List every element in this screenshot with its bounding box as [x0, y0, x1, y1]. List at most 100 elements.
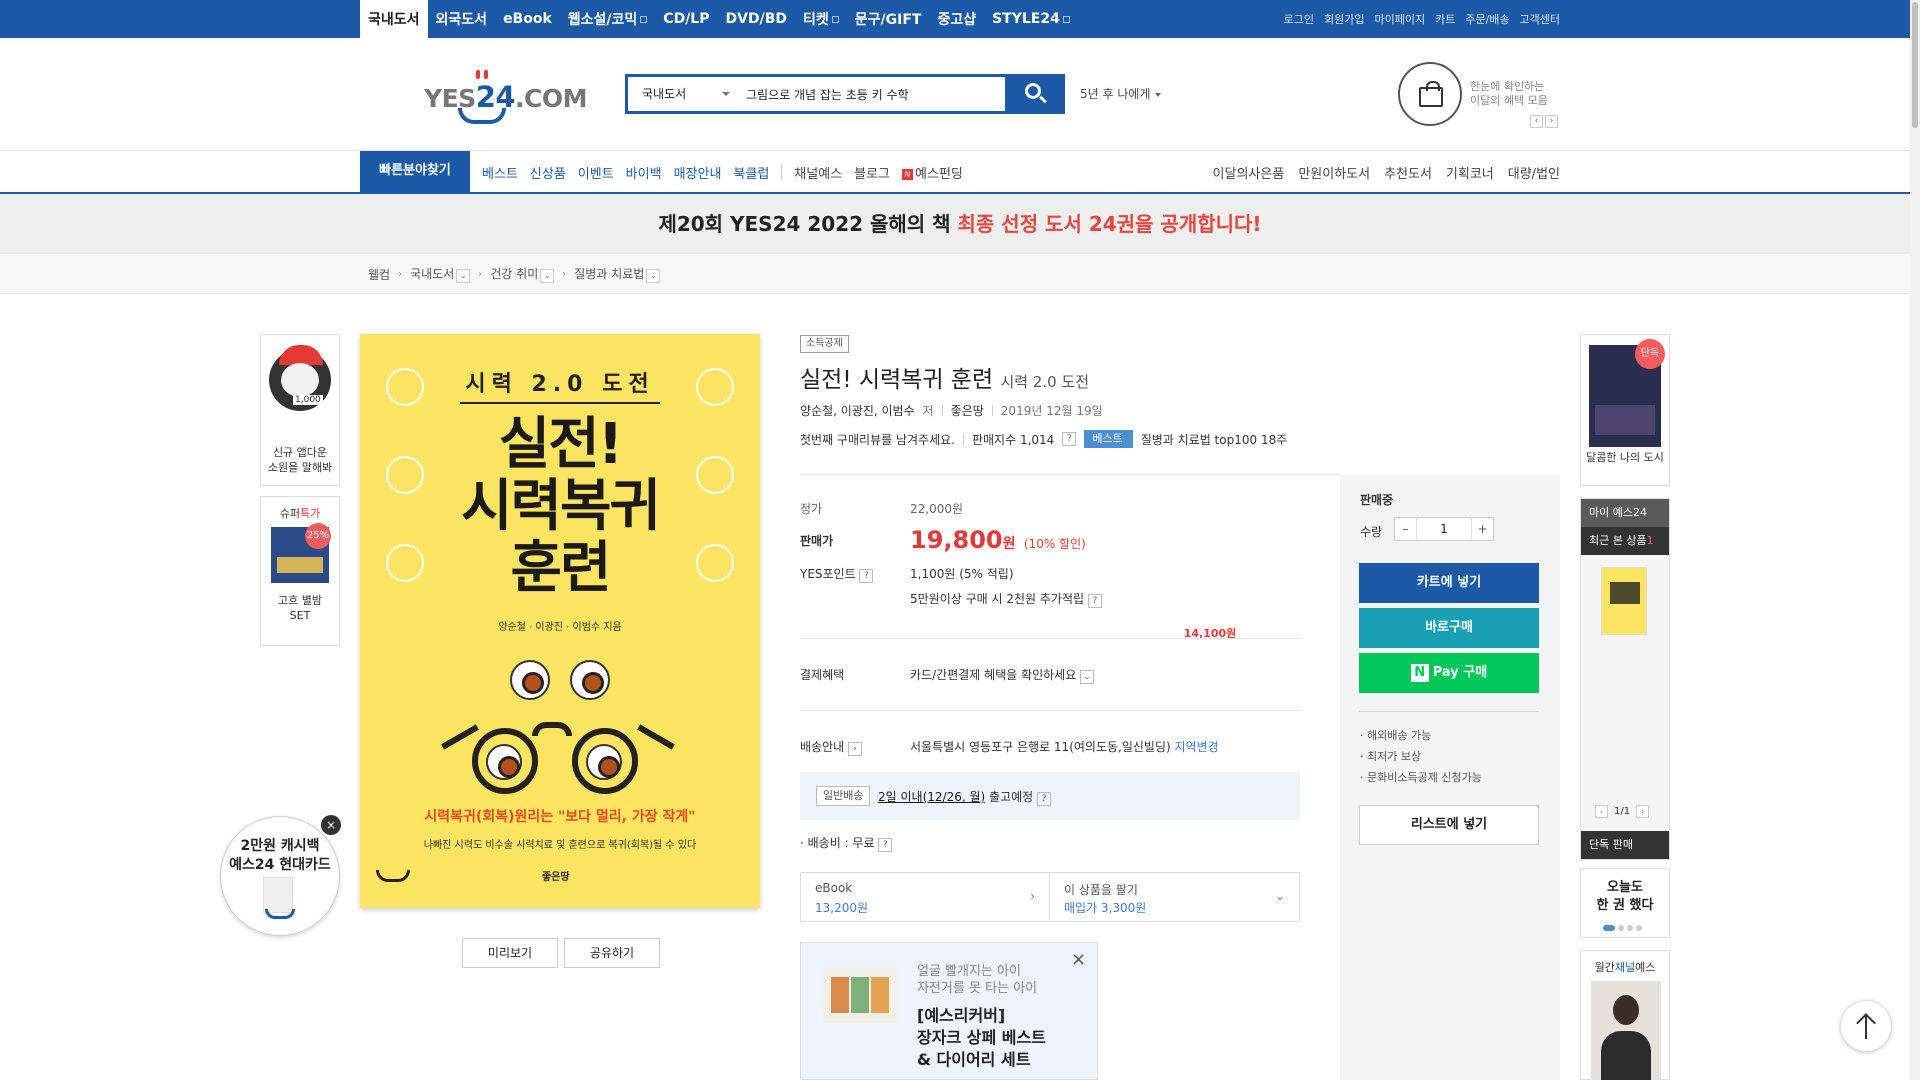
quantity-increase-button[interactable]: +	[1471, 518, 1493, 540]
share-button[interactable]: 공유하기	[564, 938, 660, 968]
nav-yes-funding[interactable]: N 예스펀딩	[902, 163, 963, 182]
chevron-right-icon[interactable]: ›	[1636, 805, 1650, 818]
nav-best[interactable]: 베스트	[482, 163, 518, 182]
top-nav-foreign-books[interactable]: 외국도서	[428, 0, 496, 38]
points-label-text: YES포인트	[800, 567, 856, 581]
nav-event[interactable]: 이벤트	[578, 163, 614, 182]
page-scrollbar[interactable]	[1910, 0, 1920, 1080]
best-rank-link[interactable]: 질병과 치료법 top100 18주	[1141, 431, 1288, 448]
channel-yes-promo[interactable]: 월간채널예스	[1580, 950, 1670, 1080]
top-nav-domestic-books[interactable]: 국내도서	[360, 0, 428, 38]
nav-new[interactable]: 신상품	[530, 163, 566, 182]
right-promo-book[interactable]: 단독 달콤한 나의 도시	[1580, 334, 1670, 486]
top-nav-used[interactable]: 중고샵	[929, 0, 984, 38]
book-cover[interactable]: 시력 2.0 도전 실전! 시력복귀 훈련 양순철 · 이광진 · 이범수 지음…	[360, 334, 760, 908]
top-nav-ticket[interactable]: 티켓	[795, 0, 847, 38]
customer-center-link[interactable]: 고객센터	[1520, 11, 1560, 27]
nav-buyback[interactable]: 바이백	[626, 163, 662, 182]
top-nav-webnovel[interactable]: 웹소설/코믹	[560, 0, 656, 38]
orders-link[interactable]: 주문/배송	[1465, 11, 1509, 27]
benefit-bag-button[interactable]	[1398, 62, 1462, 126]
help-icon[interactable]: ?	[878, 838, 893, 852]
breadcrumb-domestic[interactable]: 국내도서 ⌄	[410, 265, 471, 283]
cart-link[interactable]: 카트	[1435, 11, 1455, 27]
carousel-dot[interactable]	[1618, 925, 1624, 931]
top-nav-gift[interactable]: 문구/GIFT	[847, 0, 930, 38]
left-promo-super-deal[interactable]: 슈퍼특가 25% 고흐 별밤 SET 14,100원	[260, 496, 1236, 646]
add-to-cart-button[interactable]: 카트에 넣기	[1359, 563, 1539, 603]
add-to-list-button[interactable]: 리스트에 넣기	[1359, 805, 1539, 845]
nav-bookclub[interactable]: 북클럽	[733, 163, 769, 182]
search-input[interactable]	[746, 82, 1006, 106]
breadcrumb-welcome[interactable]: 웰컴	[368, 266, 390, 283]
chevron-down-icon[interactable]: ⌄	[456, 269, 471, 283]
shipping-date[interactable]: 2일 이내(12/26, 월)	[878, 790, 985, 804]
signup-link[interactable]: 회원가입	[1324, 11, 1364, 27]
close-icon[interactable]: ×	[1071, 949, 1086, 970]
nav-special-corner[interactable]: 기획코너	[1446, 163, 1494, 182]
nav-blog[interactable]: 블로그	[854, 163, 890, 182]
carousel-dot[interactable]	[1603, 925, 1615, 931]
top-nav-dvd-bd[interactable]: DVD/BD	[718, 0, 795, 38]
login-link[interactable]: 로그인	[1284, 11, 1314, 27]
authors-link[interactable]: 양순철, 이광진, 이범수	[800, 402, 915, 419]
payment-benefit-dropdown[interactable]: 카드/간편결제 혜택을 확인하세요 ⌄	[910, 666, 1095, 684]
search-button[interactable]	[1005, 74, 1065, 114]
preview-button[interactable]: 미리보기	[462, 938, 558, 968]
smile-icon	[265, 909, 295, 919]
nav-bulk-order[interactable]: 대량/법인	[1508, 163, 1560, 182]
recent-item-thumbnail[interactable]	[1601, 567, 1647, 635]
site-logo[interactable]: YES24.COM	[424, 70, 588, 126]
mypage-link[interactable]: 마이페이지	[1374, 11, 1425, 27]
nav-channel-yes[interactable]: 채널예스	[794, 163, 842, 182]
carousel-dot[interactable]	[1627, 925, 1633, 931]
left-promo-app[interactable]: 1,000 신규 앱다운 소원을 말해봐	[260, 334, 340, 486]
review-prompt-link[interactable]: 첫번째 구매리뷰를 남겨주세요.	[800, 431, 955, 448]
quantity-decrease-button[interactable]: –	[1395, 518, 1417, 540]
publisher-link[interactable]: 좋은땅	[951, 402, 984, 419]
help-icon[interactable]: ?	[1062, 432, 1077, 446]
nav-store[interactable]: 매장안내	[674, 163, 722, 182]
chevron-right-icon[interactable]: ›	[848, 742, 862, 756]
chevron-right-icon[interactable]: ›	[1545, 115, 1558, 128]
cashback-card-promo[interactable]: 2만원 캐시백 예스24 현대카드	[220, 816, 340, 936]
top-nav-ebook[interactable]: eBook	[495, 0, 560, 38]
my-yes24-link[interactable]: 마이 예스24	[1581, 499, 1669, 527]
quick-category-button[interactable]: 빠른분야찾기	[360, 151, 470, 193]
scrollbar-thumb[interactable]	[1912, 2, 1918, 128]
chevron-right-icon: ›	[398, 268, 403, 280]
benefit-text[interactable]: 한눈에 확인하는 이달의 혜택 모음	[1470, 80, 1548, 108]
promo-banner[interactable]: 제20회 YES24 2022 올해의 책 최종 선정 도서 24권을 공개합니…	[0, 194, 1920, 254]
quantity-input[interactable]: 1	[1417, 518, 1471, 540]
quantity-label: 수량	[1360, 525, 1383, 539]
top-nav-style24[interactable]: STYLE24	[984, 0, 1078, 38]
nav-under-10000[interactable]: 만원이하도서	[1298, 163, 1370, 182]
naver-n-icon: N	[1410, 663, 1429, 682]
npay-button[interactable]: N Pay 구매	[1359, 653, 1539, 693]
breadcrumb-disease[interactable]: 질병과 치료법 ⌄	[574, 265, 661, 283]
nav-monthly-gift[interactable]: 이달의사은품	[1213, 163, 1285, 182]
chevron-left-icon[interactable]: ‹	[1530, 115, 1543, 128]
chevron-down-icon[interactable]: ⌄	[540, 269, 555, 283]
carousel-dot[interactable]	[1636, 925, 1642, 931]
scroll-to-top-button[interactable]	[1840, 1000, 1892, 1052]
chevron-down-icon[interactable]: ⌄	[646, 269, 661, 283]
today-one-book-promo[interactable]: 오늘도 한 권 했다	[1580, 868, 1670, 938]
close-icon[interactable]: ×	[321, 815, 341, 835]
help-icon[interactable]: ?	[859, 569, 874, 583]
top-nav-cd-lp[interactable]: CD/LP	[655, 0, 717, 38]
change-region-link[interactable]: 지역변경	[1175, 740, 1219, 754]
shipping-label: 배송안내 ›	[800, 738, 862, 756]
chevron-left-icon[interactable]: ‹	[1595, 805, 1608, 818]
recover-ad[interactable]: 얼굴 빨개지는 아이 자전거를 못 타는 아이 [예스리커버] 장자크 상페 베…	[800, 942, 1098, 1080]
exclusive-sale-link[interactable]: 단독 판매	[1581, 831, 1669, 859]
ebook-option[interactable]: eBook 13,200원 ›	[800, 872, 1050, 922]
nav-recommended[interactable]: 추천도서	[1384, 163, 1432, 182]
sell-option[interactable]: 이 상품을 팔기 매입가 3,300원 ⌄	[1049, 872, 1300, 922]
help-icon[interactable]: ?	[1037, 792, 1052, 806]
recommended-keyword[interactable]: 5년 후 나에게	[1080, 85, 1161, 102]
buy-now-button[interactable]: 바로구매	[1359, 608, 1539, 648]
breadcrumb-health[interactable]: 건강 취미 ⌄	[490, 265, 555, 283]
help-icon[interactable]: ?	[1087, 594, 1102, 608]
search-category-select[interactable]: 국내도서	[642, 77, 686, 111]
